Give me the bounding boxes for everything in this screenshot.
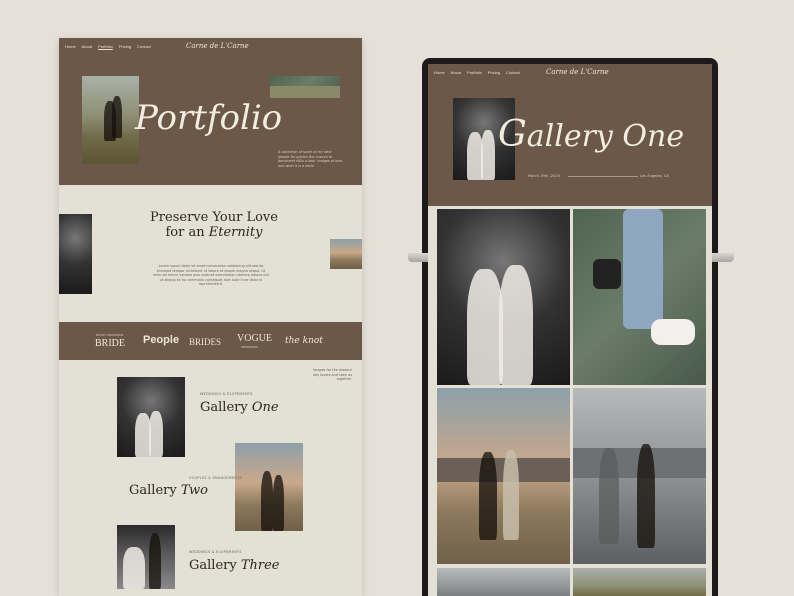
gallery-three-word: Gallery bbox=[189, 558, 237, 573]
hero-title: Portfolio bbox=[135, 98, 283, 138]
nav-pricing[interactable]: Pricing bbox=[119, 44, 131, 49]
grid-photo-2[interactable] bbox=[573, 209, 706, 385]
screen-nav-portfolio[interactable]: Portfolio bbox=[467, 70, 482, 75]
press-sub-bride: ROCKY MOUNTAIN bbox=[96, 333, 124, 337]
gallery-one-word: Gallery bbox=[200, 400, 248, 415]
nav-home[interactable]: Home bbox=[65, 44, 76, 49]
grid-photo-5[interactable] bbox=[437, 568, 570, 596]
portfolio-hero: Home About Portfolio Pricing Contact Car… bbox=[59, 38, 362, 185]
gallery-two-label: COUPLES & ENGAGEMENTS bbox=[189, 476, 243, 480]
side-note: Images for the modern day lovers and see… bbox=[312, 368, 352, 381]
hero-photo-landscape bbox=[270, 76, 340, 98]
gallery-one-photo[interactable] bbox=[117, 377, 185, 457]
gallery-page-title-cap: G bbox=[498, 114, 527, 155]
hero-divider bbox=[568, 176, 638, 177]
gallery-one-title[interactable]: Gallery One bbox=[200, 400, 279, 415]
press-sub-vogue: WEDDINGS bbox=[241, 345, 258, 349]
site-logo[interactable]: Carne de L'Carne bbox=[186, 42, 249, 50]
gallery-one-label: WEDDINGS & ELOPEMENTS bbox=[200, 392, 253, 396]
left-nav: Home About Portfolio Pricing Contact bbox=[65, 44, 151, 49]
gallery-three-label: WEDDINGS & ELOPEMENTS bbox=[189, 550, 242, 554]
hero-blurb: A collection of some of my best people f… bbox=[278, 150, 343, 168]
gallery-two-title[interactable]: Gallery Two bbox=[129, 483, 208, 498]
section-title-line2: for an bbox=[165, 225, 205, 240]
thumb-photo-city bbox=[330, 239, 362, 269]
portrait-photo-bw bbox=[59, 214, 92, 294]
left-webpage-mockup: Home About Portfolio Pricing Contact Car… bbox=[59, 38, 362, 596]
press-logo-vogue: VOGUE bbox=[237, 333, 272, 344]
gallery-page-title-rest: allery One bbox=[526, 119, 685, 154]
press-logo-bride: BRIDE bbox=[95, 338, 125, 349]
press-logo-the-knot: the knot bbox=[285, 336, 323, 346]
gallery-three-title[interactable]: Gallery Three bbox=[189, 558, 280, 573]
gallery-two-word: Gallery bbox=[129, 483, 177, 498]
press-logos-band: ROCKY MOUNTAIN BRIDE People BRIDES VOGUE… bbox=[59, 322, 362, 360]
press-logo-brides: BRIDES bbox=[189, 337, 222, 347]
screen-nav-pricing[interactable]: Pricing bbox=[488, 70, 500, 75]
grid-photo-4[interactable] bbox=[573, 388, 706, 564]
gallery-one-script: One bbox=[251, 400, 279, 415]
section-title-script: Eternity bbox=[208, 225, 263, 240]
hero-photo-couple-field bbox=[82, 76, 139, 164]
grid-photo-3[interactable] bbox=[437, 388, 570, 564]
nav-contact[interactable]: Contact bbox=[137, 44, 151, 49]
nav-portfolio[interactable]: Portfolio bbox=[98, 44, 113, 49]
grid-photo-6[interactable] bbox=[573, 568, 706, 596]
screen-nav-about[interactable]: About bbox=[451, 70, 461, 75]
screen-logo[interactable]: Carne de L'Carne bbox=[546, 68, 609, 76]
press-logo-people: People bbox=[143, 334, 180, 346]
gallery-page-title: Gallery One bbox=[498, 114, 684, 155]
gallery-two-script: Two bbox=[180, 483, 209, 498]
gallery-two-photo[interactable] bbox=[235, 443, 303, 531]
right-nav: Home About Portfolio Pricing Contact bbox=[434, 70, 520, 75]
grid-photo-1[interactable] bbox=[437, 209, 570, 385]
screen-nav-contact[interactable]: Contact bbox=[506, 70, 520, 75]
gallery-three-script: Three bbox=[240, 558, 280, 573]
nav-about[interactable]: About bbox=[82, 44, 92, 49]
gallery-three-photo[interactable] bbox=[117, 525, 175, 589]
section-body: Lorem ipsum dolor sit amet consectetur a… bbox=[152, 264, 270, 286]
gallery-location: Los Angeles, CA bbox=[640, 174, 669, 178]
section-title-line1: Preserve Your Love bbox=[150, 210, 278, 225]
laptop-screen-gallery-page: Home About Portfolio Pricing Contact Car… bbox=[428, 64, 712, 596]
screen-nav-home[interactable]: Home bbox=[434, 70, 445, 75]
section-title: Preserve Your Love for an Eternity bbox=[144, 210, 284, 240]
gallery-date: March 19th, 2023 bbox=[528, 174, 560, 178]
gallery-one-hero: Home About Portfolio Pricing Contact Car… bbox=[428, 64, 712, 206]
